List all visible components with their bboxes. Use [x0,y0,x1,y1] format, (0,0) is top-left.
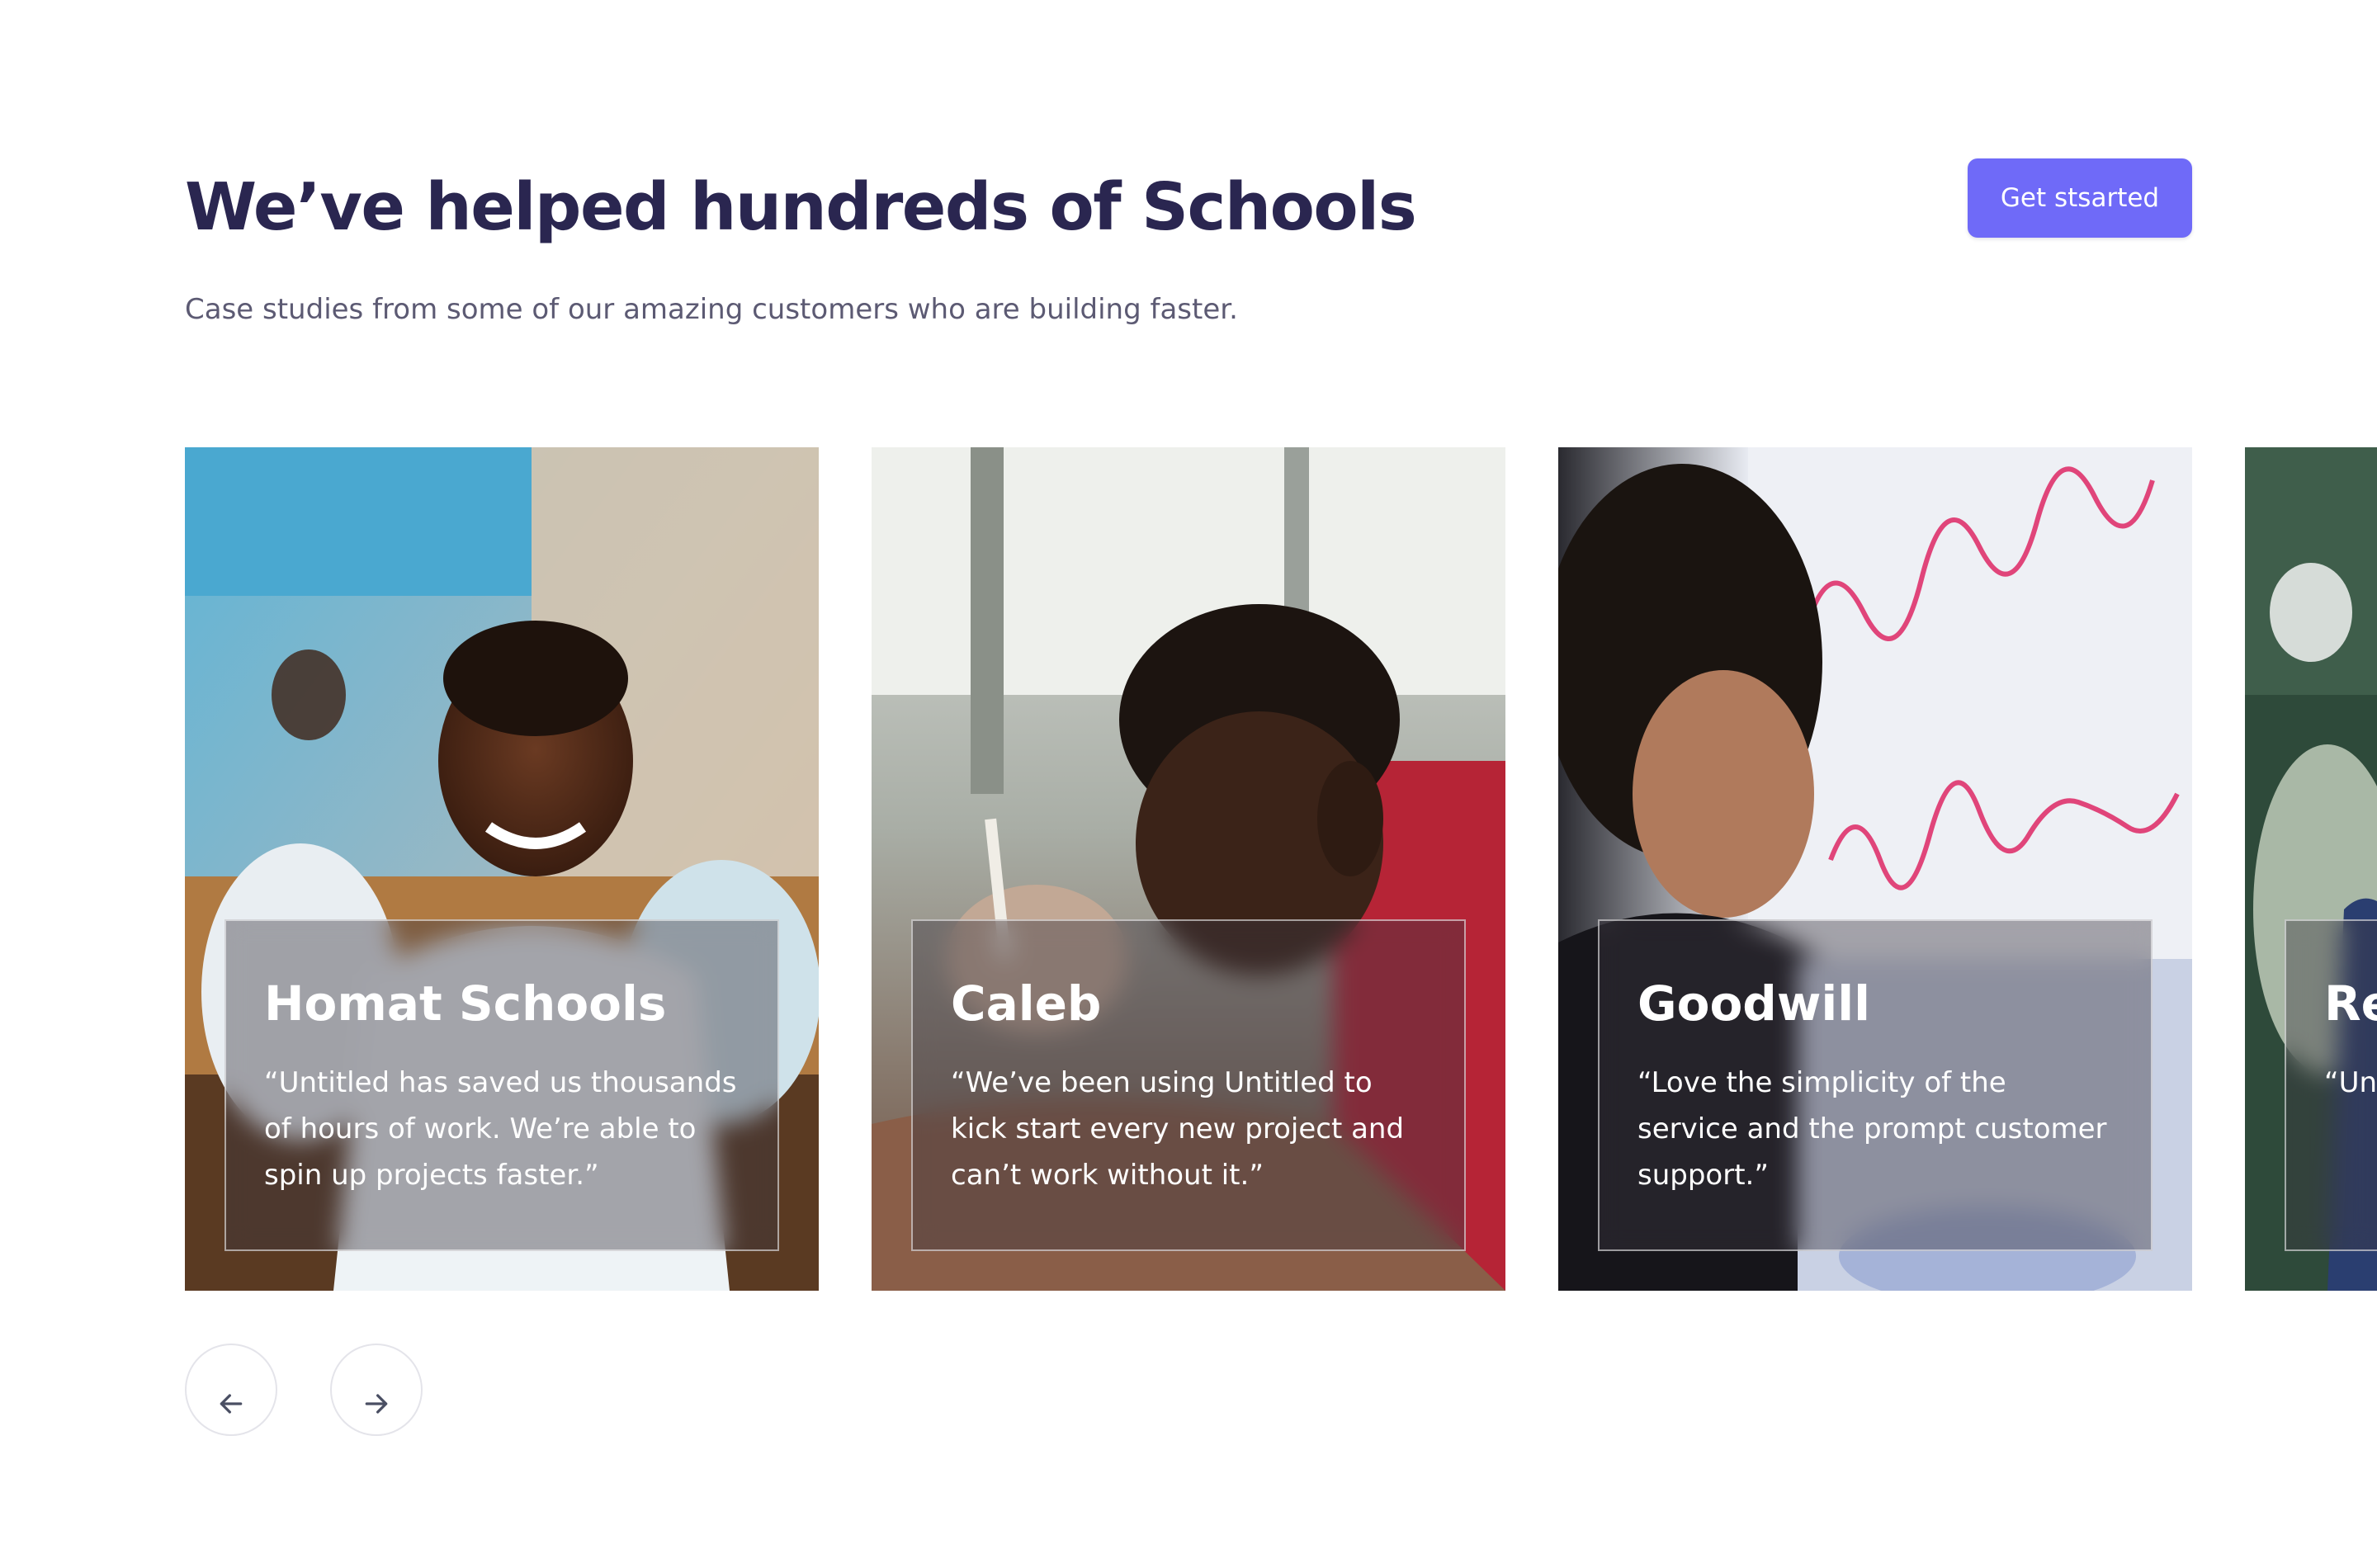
get-started-button[interactable]: Get stsarted [1968,158,2192,238]
card-overlay: Goodwill “Love the simplicity of the ser… [1598,919,2153,1251]
card-overlay: Re “Un of h spin [2285,919,2377,1251]
card-overlay: Homat Schools “Untitled has saved us tho… [224,919,779,1251]
case-study-card-partial[interactable]: Re “Un of h spin [2245,447,2377,1291]
card-title: Caleb [951,975,1102,1032]
card-title: Re [2324,975,2377,1032]
card-quote: “Untitled has saved us thousands of hour… [264,1066,737,1192]
card-quote: “Love the simplicity of the service and … [1637,1066,2107,1192]
card-title: Goodwill [1637,975,1871,1032]
case-study-card-goodwill[interactable]: Goodwill “Love the simplicity of the ser… [1558,447,2192,1291]
card-title: Homat Schools [264,975,667,1032]
carousel-next-button[interactable] [330,1344,423,1436]
card-quote: “Un of h spin [2324,1066,2377,1099]
arrow-right-icon [365,1394,388,1414]
case-studies-page: We’ve helped hundreds of Schools Case st… [0,0,2377,1568]
case-study-card-homat[interactable]: Homat Schools “Untitled has saved us tho… [185,447,819,1291]
page-subtitle: Case studies from some of our amazing cu… [185,293,1238,326]
case-study-card-caleb[interactable]: Caleb “We’ve been using Untitled to kick… [872,447,1505,1291]
card-quote: “We’ve been using Untitled to kick start… [951,1066,1405,1192]
arrow-left-icon [220,1394,243,1414]
card-overlay: Caleb “We’ve been using Untitled to kick… [911,919,1466,1251]
carousel-prev-button[interactable] [185,1344,277,1436]
page-title: We’ve helped hundreds of Schools [185,169,1417,245]
